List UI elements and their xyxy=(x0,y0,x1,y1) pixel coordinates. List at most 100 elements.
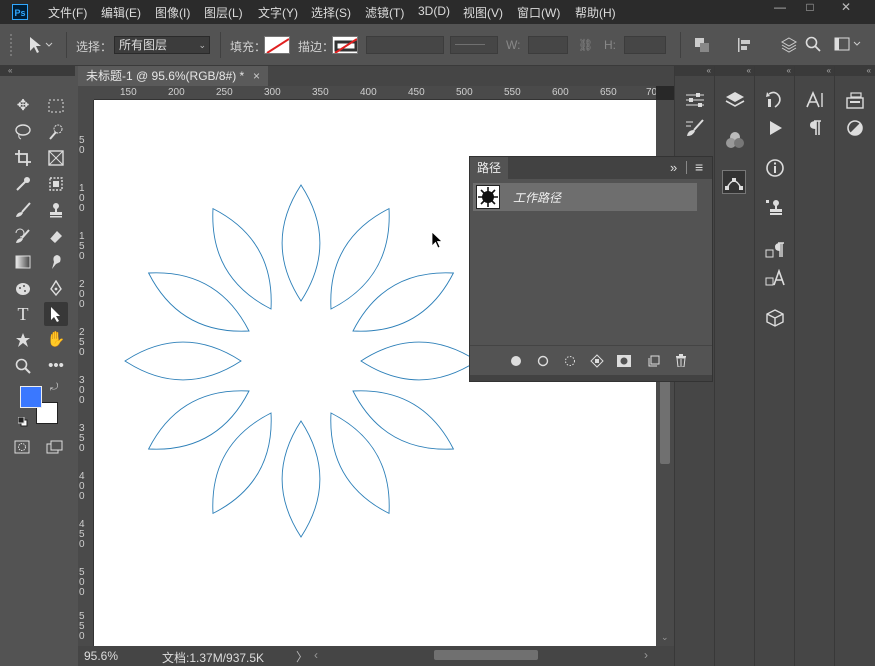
3d-icon[interactable] xyxy=(763,306,787,330)
menu-filter[interactable]: 滤镜(T) xyxy=(365,4,404,21)
flower-petal-path[interactable] xyxy=(352,272,455,332)
properties-icon[interactable] xyxy=(683,88,707,112)
history-brush-tool-icon[interactable] xyxy=(11,224,35,248)
scroll-left-icon[interactable]: ‹ xyxy=(314,648,318,662)
pen-tool-icon[interactable] xyxy=(44,276,68,300)
path-alignment-icon[interactable] xyxy=(736,37,752,56)
width-field[interactable] xyxy=(528,36,568,54)
channels-icon[interactable] xyxy=(723,128,747,152)
make-work-path-icon[interactable] xyxy=(588,352,606,370)
layers-icon[interactable] xyxy=(723,88,747,112)
panel-menu-icon[interactable]: ≡ xyxy=(695,159,703,175)
collapse-icon[interactable]: « xyxy=(795,66,835,76)
delete-path-icon[interactable] xyxy=(672,352,690,370)
eraser-tool-icon[interactable] xyxy=(44,224,68,248)
flower-petal-path[interactable] xyxy=(281,420,321,538)
paths-tab[interactable]: 路径 xyxy=(470,157,508,179)
flower-petal-path[interactable] xyxy=(147,390,250,450)
quick-selection-tool-icon[interactable] xyxy=(44,120,68,144)
flower-petal-path[interactable] xyxy=(352,390,455,450)
flower-petal-path[interactable] xyxy=(281,184,321,302)
actions-icon[interactable] xyxy=(763,116,787,140)
status-menu-arrow[interactable]: 〉 xyxy=(296,648,308,665)
menu-layer[interactable]: 图层(L) xyxy=(204,4,243,21)
collapse-icon[interactable]: « xyxy=(835,66,875,76)
character-icon[interactable] xyxy=(803,88,827,112)
stroke-type-dropdown[interactable] xyxy=(450,36,498,54)
collapse-icon[interactable]: « xyxy=(755,66,795,76)
eyedropper-tool-icon[interactable] xyxy=(11,172,35,196)
photoshop-logo-icon[interactable]: Ps xyxy=(12,4,28,20)
move-tool-icon[interactable]: ✥ xyxy=(11,94,35,118)
menu-select[interactable]: 选择(S) xyxy=(311,4,351,21)
quick-mask-icon[interactable] xyxy=(14,440,30,457)
close-tab-icon[interactable]: × xyxy=(253,66,260,86)
zoom-level[interactable]: 95.6% xyxy=(84,649,118,663)
foreground-color-swatch[interactable] xyxy=(20,386,42,408)
search-icon[interactable] xyxy=(805,36,821,55)
paragraph-styles-icon[interactable] xyxy=(763,238,787,262)
path-selection-tool-preset[interactable] xyxy=(26,34,56,57)
adjustments-icon[interactable] xyxy=(843,116,867,140)
ruler-origin[interactable] xyxy=(78,86,94,100)
type-tool-icon[interactable]: T xyxy=(11,302,35,326)
flower-petal-path[interactable] xyxy=(212,207,272,310)
fill-swatch[interactable] xyxy=(264,36,290,54)
flower-petal-path[interactable] xyxy=(330,412,390,515)
menu-file[interactable]: 文件(F) xyxy=(48,4,87,21)
hand-tool-icon[interactable]: ✋ xyxy=(44,328,68,352)
maximize-button[interactable]: □ xyxy=(798,0,822,14)
new-path-icon[interactable] xyxy=(645,352,663,370)
menu-image[interactable]: 图像(I) xyxy=(155,4,190,21)
vertical-scroll-thumb[interactable] xyxy=(660,376,670,464)
patch-tool-icon[interactable] xyxy=(44,172,68,196)
flower-petal-path[interactable] xyxy=(147,272,250,332)
flower-petal-path[interactable] xyxy=(360,341,478,381)
select-layers-dropdown[interactable]: 所有图层 ⌄ xyxy=(114,36,210,54)
scroll-right-icon[interactable]: › xyxy=(644,648,648,662)
paragraph-icon[interactable] xyxy=(803,116,827,140)
frame-tool-icon[interactable] xyxy=(44,146,68,170)
menu-view[interactable]: 视图(V) xyxy=(463,4,503,21)
stroke-width-field[interactable] xyxy=(366,36,444,54)
vertical-ruler[interactable]: 5 0 1 0 0 1 5 0 2 0 0 2 5 0 3 0 0 3 5 0 … xyxy=(78,100,94,646)
path-name[interactable]: 工作路径 xyxy=(513,189,561,206)
add-mask-icon[interactable] xyxy=(615,352,633,370)
info-icon[interactable] xyxy=(763,156,787,180)
lasso-tool-icon[interactable] xyxy=(11,120,35,144)
close-window-button[interactable]: ✕ xyxy=(834,0,858,14)
screen-mode-icon[interactable] xyxy=(46,440,64,457)
clone-source-icon[interactable] xyxy=(763,196,787,220)
load-as-selection-icon[interactable] xyxy=(561,352,579,370)
marquee-tool-icon[interactable] xyxy=(44,94,68,118)
stroke-path-icon[interactable] xyxy=(534,352,552,370)
zoom-tool-icon[interactable] xyxy=(11,354,35,378)
flower-petal-path[interactable] xyxy=(124,341,242,381)
document-tab[interactable]: 未标题-1 @ 95.6%(RGB/8#) * × xyxy=(78,66,268,86)
path-operations-icon[interactable] xyxy=(694,37,710,56)
custom-shape-tool-icon[interactable] xyxy=(11,328,35,352)
collapse-panel-icon[interactable]: » xyxy=(670,160,677,175)
flower-petal-path[interactable] xyxy=(212,412,272,515)
brush-settings-icon[interactable] xyxy=(683,116,707,140)
minimize-button[interactable]: — xyxy=(768,0,792,14)
flower-petal-path[interactable] xyxy=(330,207,390,310)
paths-icon[interactable] xyxy=(722,170,746,194)
path-list-item[interactable]: 工作路径 xyxy=(473,183,697,211)
stroke-swatch[interactable] xyxy=(332,36,358,54)
collapse-icon[interactable]: « xyxy=(675,66,715,76)
menu-window[interactable]: 窗口(W) xyxy=(517,4,560,21)
clone-stamp-tool-icon[interactable] xyxy=(44,198,68,222)
history-icon[interactable] xyxy=(763,88,787,112)
menu-type[interactable]: 文字(Y) xyxy=(258,4,298,21)
paths-panel-header[interactable]: 路径 » ≡ xyxy=(470,157,712,179)
horizontal-scroll-thumb[interactable] xyxy=(434,650,538,660)
sponge-tool-icon[interactable] xyxy=(11,276,35,300)
fill-path-icon[interactable] xyxy=(507,352,525,370)
collapse-icon[interactable]: « xyxy=(715,66,755,76)
more-tools-icon[interactable]: ••• xyxy=(44,354,68,378)
path-arrangement-icon[interactable] xyxy=(780,36,798,57)
horizontal-ruler[interactable]: 150 200 250 300 350 400 450 500 550 600 … xyxy=(94,86,656,100)
panel-resize-bar[interactable] xyxy=(470,375,712,381)
toolbar-collapse-icon[interactable]: « xyxy=(0,66,75,76)
